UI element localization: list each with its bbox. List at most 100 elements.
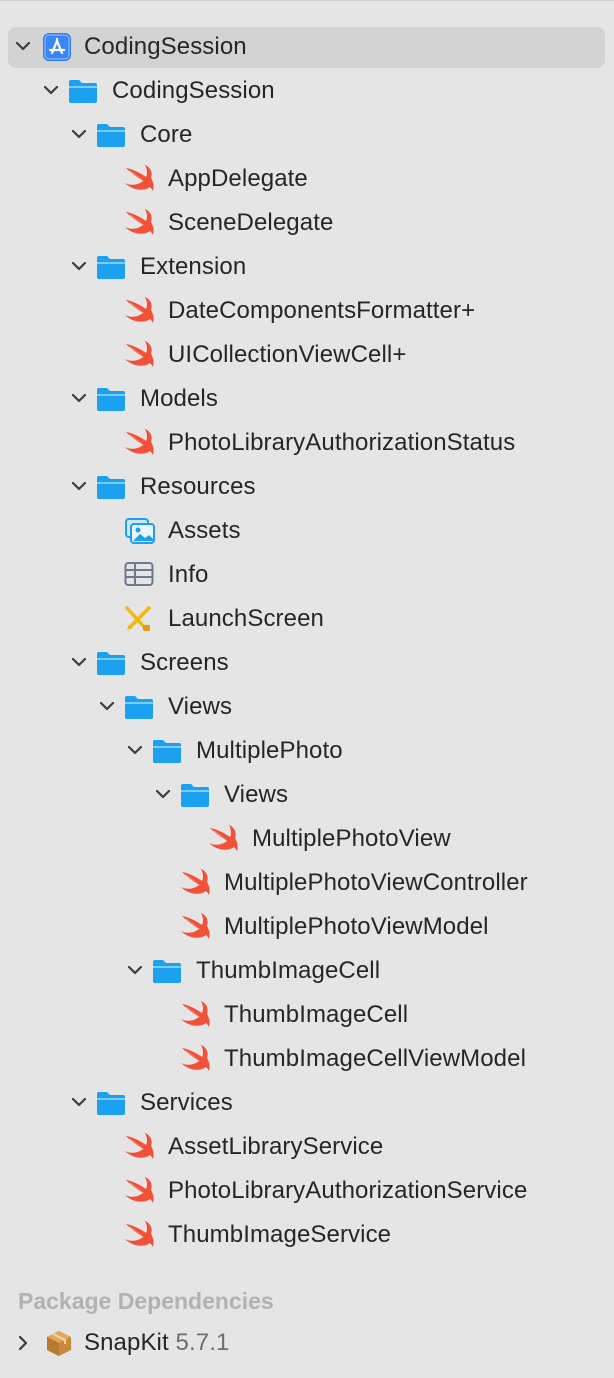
project-name: CodingSession — [84, 33, 247, 60]
tree-item-label: LaunchScreen — [168, 605, 324, 632]
top-divider — [0, 0, 614, 1]
chevron-down-icon[interactable] — [99, 698, 115, 716]
tree-folder-services[interactable]: Services — [0, 1081, 614, 1125]
tree-file-appdelegate[interactable]: AppDelegate — [0, 157, 614, 201]
package-name: SnapKit — [84, 1329, 169, 1356]
swift-file-icon — [124, 297, 154, 325]
tree-item-label: MultiplePhotoView — [252, 825, 451, 852]
package-version: 5.7.1 — [175, 1329, 230, 1356]
tree-item-label: Screens — [140, 649, 229, 676]
tree-item-label: Extension — [140, 253, 247, 280]
folder-icon — [96, 386, 126, 414]
tree-file-thumbimagecellviewmodel[interactable]: ThumbImageCellViewModel — [0, 1037, 614, 1081]
tree-file-assets[interactable]: Assets — [0, 509, 614, 553]
tree-file-datecomponentsformatter[interactable]: DateComponentsFormatter+ — [0, 289, 614, 333]
tree-folder-models[interactable]: Models — [0, 377, 614, 421]
tree-folder-views[interactable]: Views — [0, 773, 614, 817]
tree-item-label: PhotoLibraryAuthorizationStatus — [168, 429, 516, 456]
package-box-icon — [44, 1328, 74, 1356]
tree-item-label: AppDelegate — [168, 165, 308, 192]
chevron-down-icon[interactable] — [71, 1094, 87, 1112]
folder-icon — [96, 1090, 126, 1118]
tree-folder-views[interactable]: Views — [0, 685, 614, 729]
tree-file-photolibraryauthorizationstatus[interactable]: PhotoLibraryAuthorizationStatus — [0, 421, 614, 465]
chevron-down-icon[interactable] — [127, 962, 143, 980]
swift-file-icon — [124, 341, 154, 369]
tree-file-scenedelegate[interactable]: SceneDelegate — [0, 201, 614, 245]
folder-icon — [68, 78, 98, 106]
tree-item-label: Views — [168, 693, 233, 720]
tree-file-thumbimageservice[interactable]: ThumbImageService — [0, 1213, 614, 1257]
tree-file-thumbimagecell[interactable]: ThumbImageCell — [0, 993, 614, 1037]
swift-file-icon — [180, 869, 210, 897]
tree-item-label: AssetLibraryService — [168, 1133, 384, 1160]
asset-catalog-icon — [124, 517, 155, 545]
tree-folder-core[interactable]: Core — [0, 113, 614, 157]
swift-file-icon — [124, 429, 154, 457]
tree-file-multiplephotoview[interactable]: MultiplePhotoView — [0, 817, 614, 861]
tree-item-label: Services — [140, 1089, 233, 1116]
tree-file-photolibraryauthorizationservice[interactable]: PhotoLibraryAuthorizationService — [0, 1169, 614, 1213]
xcode-project-icon — [42, 32, 72, 61]
chevron-down-icon[interactable] — [71, 390, 87, 408]
package-row-snapkit[interactable]: SnapKit 5.7.1 — [0, 1321, 614, 1365]
storyboard-icon — [124, 605, 154, 633]
tree-file-assetlibraryservice[interactable]: AssetLibraryService — [0, 1125, 614, 1169]
chevron-down-icon[interactable] — [71, 654, 87, 672]
folder-icon — [180, 782, 210, 810]
package-dependencies-header: Package Dependencies — [18, 1288, 274, 1314]
tree-folder-codingsession[interactable]: CodingSession — [0, 69, 614, 113]
tree-item-label: Models — [140, 385, 218, 412]
swift-file-icon — [180, 1001, 210, 1029]
tree-folder-resources[interactable]: Resources — [0, 465, 614, 509]
chevron-down-icon[interactable] — [155, 786, 171, 804]
tree-folder-extension[interactable]: Extension — [0, 245, 614, 289]
chevron-down-icon[interactable] — [71, 126, 87, 144]
chevron-down-icon[interactable] — [43, 82, 59, 100]
folder-icon — [152, 958, 182, 986]
tree-item-label: ThumbImageCellViewModel — [224, 1045, 526, 1072]
chevron-down-icon[interactable] — [15, 38, 31, 56]
folder-icon — [152, 738, 182, 766]
tree-item-label: Info — [168, 561, 209, 588]
tree-item-label: MultiplePhotoViewController — [224, 869, 528, 896]
folder-icon — [124, 694, 154, 722]
swift-file-icon — [208, 825, 238, 853]
tree-item-label: SceneDelegate — [168, 209, 334, 236]
folder-icon — [96, 122, 126, 150]
swift-file-icon — [180, 1045, 210, 1073]
swift-file-icon — [124, 1177, 154, 1205]
tree-file-multiplephotoviewmodel[interactable]: MultiplePhotoViewModel — [0, 905, 614, 949]
tree-file-uicollectionviewcell[interactable]: UICollectionViewCell+ — [0, 333, 614, 377]
chevron-down-icon[interactable] — [71, 258, 87, 276]
tree-file-launchscreen[interactable]: LaunchScreen — [0, 597, 614, 641]
swift-file-icon — [124, 209, 154, 237]
tree-row-project[interactable]: CodingSession — [0, 25, 614, 69]
tree-file-info[interactable]: Info — [0, 553, 614, 597]
tree-item-label: Views — [224, 781, 289, 808]
swift-file-icon — [124, 1221, 154, 1249]
tree-item-label: Assets — [168, 517, 241, 544]
swift-file-icon — [124, 165, 154, 193]
folder-icon — [96, 474, 126, 502]
tree-item-label: ThumbImageCell — [196, 957, 381, 984]
tree-folder-multiplephoto[interactable]: MultiplePhoto — [0, 729, 614, 773]
chevron-down-icon[interactable] — [71, 478, 87, 496]
tree-item-label: MultiplePhotoViewModel — [224, 913, 489, 940]
tree-item-label: ThumbImageService — [168, 1221, 392, 1248]
swift-file-icon — [124, 1133, 154, 1161]
tree-item-label: ThumbImageCell — [224, 1001, 409, 1028]
tree-folder-screens[interactable]: Screens — [0, 641, 614, 685]
chevron-down-icon[interactable] — [127, 742, 143, 760]
swift-file-icon — [180, 913, 210, 941]
folder-icon — [96, 650, 126, 678]
tree-item-label: PhotoLibraryAuthorizationService — [168, 1177, 528, 1204]
tree-file-multiplephotoviewcontroller[interactable]: MultiplePhotoViewController — [0, 861, 614, 905]
project-navigator: CodingSession CodingSession Core AppDelega… — [0, 0, 614, 1378]
tree-item-label: Resources — [140, 473, 256, 500]
chevron-right-icon[interactable] — [15, 1334, 31, 1352]
folder-icon — [96, 254, 126, 282]
tree-item-label: CodingSession — [112, 77, 275, 104]
tree-folder-thumbimagecell[interactable]: ThumbImageCell — [0, 949, 614, 993]
tree-item-label: Core — [140, 121, 193, 148]
